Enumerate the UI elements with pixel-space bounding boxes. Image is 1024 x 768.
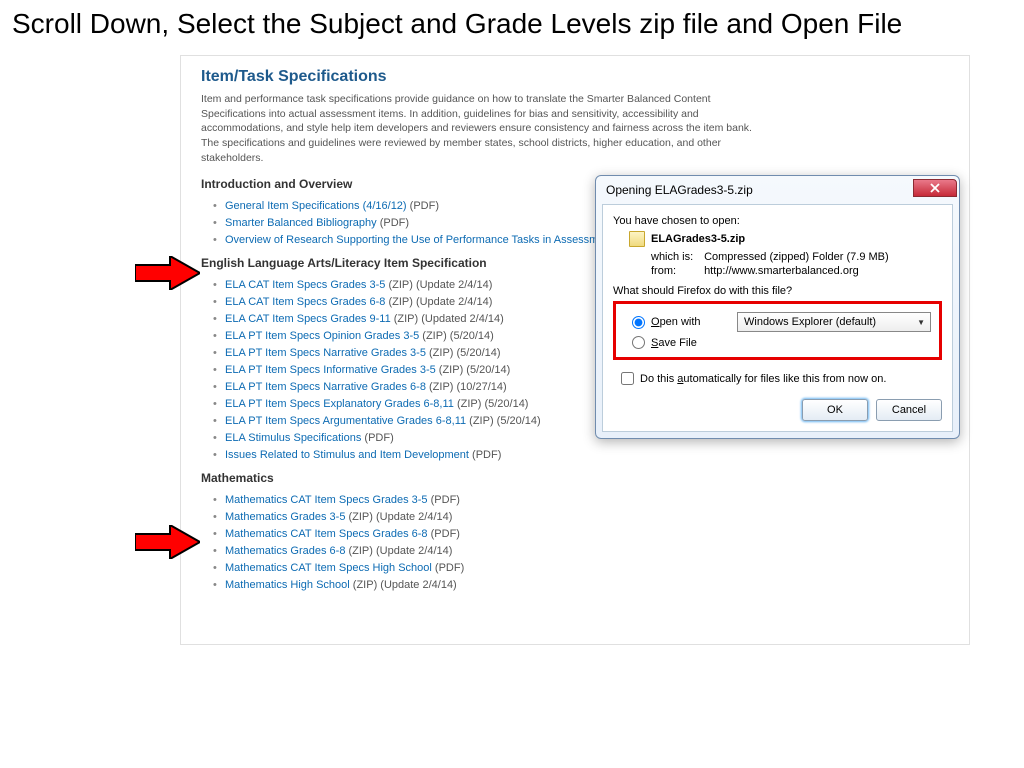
suffix: (ZIP) (5/20/14) (426, 347, 501, 359)
dialog-body: You have chosen to open: ELAGrades3-5.zi… (602, 204, 953, 432)
suffix: (ZIP) (5/20/14) (454, 398, 529, 410)
highlight-box: Open with Windows Explorer (default) Sav… (613, 301, 942, 360)
link[interactable]: ELA PT Item Specs Opinion Grades 3-5 (225, 330, 419, 342)
dialog-titlebar[interactable]: Opening ELAGrades3-5.zip (596, 176, 959, 204)
suffix: (ZIP) (5/20/14) (436, 364, 511, 376)
suffix: (ZIP) (Update 2/4/14) (345, 545, 452, 557)
link[interactable]: ELA CAT Item Specs Grades 3-5 (225, 279, 385, 291)
list-item: Mathematics CAT Item Specs Grades 3-5 (P… (213, 491, 949, 508)
link[interactable]: ELA PT Item Specs Argumentative Grades 6… (225, 415, 466, 427)
link[interactable]: ELA CAT Item Specs Grades 6-8 (225, 296, 385, 308)
list-item: Mathematics High School (ZIP) (Update 2/… (213, 576, 949, 593)
link[interactable]: ELA PT Item Specs Narrative Grades 3-5 (225, 347, 426, 359)
intro-text: Item and performance task specifications… (201, 92, 761, 165)
save-file-radio[interactable] (632, 336, 645, 349)
link[interactable]: ELA Stimulus Specifications (225, 432, 361, 444)
link[interactable]: Smarter Balanced Bibliography (225, 217, 377, 229)
section-heading: Item/Task Specifications (201, 68, 949, 86)
open-with-radio[interactable] (632, 316, 645, 329)
application-dropdown[interactable]: Windows Explorer (default) (737, 312, 931, 332)
suffix: (ZIP) (10/27/14) (426, 381, 507, 393)
page-title: Scroll Down, Select the Subject and Grad… (0, 0, 1024, 48)
suffix: (PDF) (407, 200, 439, 212)
link[interactable]: Mathematics CAT Item Specs High School (225, 562, 432, 574)
question-text: What should Firefox do with this file? (613, 285, 942, 297)
suffix: (PDF) (361, 432, 393, 444)
which-is-value: Compressed (zipped) Folder (7.9 MB) (704, 251, 889, 263)
link[interactable]: ELA PT Item Specs Explanatory Grades 6-8… (225, 398, 454, 410)
suffix: (ZIP) (Update 2/4/14) (350, 579, 457, 591)
math-list: Mathematics CAT Item Specs Grades 3-5 (P… (201, 491, 949, 593)
link[interactable]: Mathematics CAT Item Specs Grades 6-8 (225, 528, 428, 540)
suffix: (PDF) (432, 562, 464, 574)
list-item: Mathematics Grades 3-5 (ZIP) (Update 2/4… (213, 508, 949, 525)
ok-button[interactable]: OK (802, 399, 868, 421)
suffix: (PDF) (469, 449, 501, 461)
arrow-icon (135, 525, 200, 559)
list-item: Mathematics CAT Item Specs High School (… (213, 559, 949, 576)
auto-checkbox[interactable] (621, 372, 634, 385)
list-item: Mathematics Grades 6-8 (ZIP) (Update 2/4… (213, 542, 949, 559)
download-dialog: Opening ELAGrades3-5.zip You have chosen… (595, 175, 960, 439)
suffix: (PDF) (428, 494, 460, 506)
list-item: Mathematics CAT Item Specs Grades 6-8 (P… (213, 525, 949, 542)
suffix: (ZIP) (Updated 2/4/14) (391, 313, 504, 325)
subsection-math: Mathematics (201, 471, 949, 485)
chosen-text: You have chosen to open: (613, 215, 942, 227)
from-value: http://www.smarterbalanced.org (704, 265, 859, 277)
link[interactable]: Mathematics CAT Item Specs Grades 3-5 (225, 494, 428, 506)
link[interactable]: ELA CAT Item Specs Grades 9-11 (225, 313, 391, 325)
link[interactable]: Mathematics Grades 6-8 (225, 545, 345, 557)
link[interactable]: Mathematics Grades 3-5 (225, 511, 345, 523)
link[interactable]: ELA PT Item Specs Narrative Grades 6-8 (225, 381, 426, 393)
close-button[interactable] (913, 179, 957, 197)
suffix: (ZIP) (Update 2/4/14) (385, 279, 492, 291)
dialog-title: Opening ELAGrades3-5.zip (606, 183, 913, 197)
list-item: Issues Related to Stimulus and Item Deve… (213, 446, 949, 463)
suffix: (ZIP) (5/20/14) (419, 330, 494, 342)
from-label: from: (651, 265, 701, 277)
zip-icon (629, 231, 645, 247)
filename: ELAGrades3-5.zip (651, 233, 745, 245)
cancel-button[interactable]: Cancel (876, 399, 942, 421)
link[interactable]: Issues Related to Stimulus and Item Deve… (225, 449, 469, 461)
which-is-label: which is: (651, 251, 701, 263)
save-file-label: Save File (651, 337, 731, 349)
link[interactable]: Overview of Research Supporting the Use … (225, 234, 614, 246)
suffix: (ZIP) (Update 2/4/14) (345, 511, 452, 523)
arrow-icon (135, 256, 200, 290)
link[interactable]: ELA PT Item Specs Informative Grades 3-5 (225, 364, 436, 376)
suffix: (PDF) (428, 528, 460, 540)
open-with-label: Open with (651, 316, 731, 328)
link[interactable]: Mathematics High School (225, 579, 350, 591)
suffix: (PDF) (377, 217, 409, 229)
auto-label: Do this automatically for files like thi… (640, 373, 886, 385)
link[interactable]: General Item Specifications (4/16/12) (225, 200, 407, 212)
suffix: (ZIP) (Update 2/4/14) (385, 296, 492, 308)
suffix: (ZIP) (5/20/14) (466, 415, 541, 427)
